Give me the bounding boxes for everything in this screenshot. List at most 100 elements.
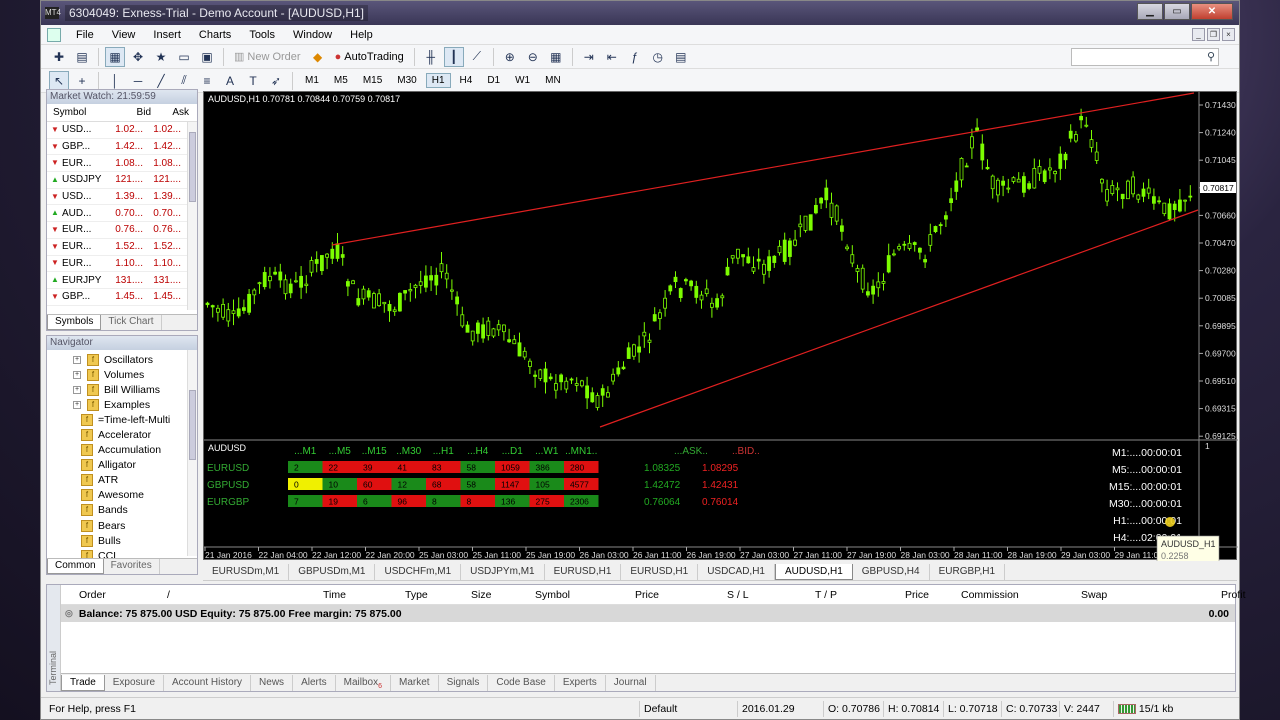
strategy-tester-icon[interactable]: ▣ bbox=[197, 47, 217, 67]
tab-tick-chart[interactable]: Tick Chart bbox=[101, 315, 162, 330]
terminal-column-header[interactable]: Size bbox=[471, 589, 491, 601]
arrows-icon[interactable]: ➶ bbox=[266, 71, 286, 91]
profiles-icon[interactable]: ▤ bbox=[72, 47, 92, 67]
terminal-tab-account-history[interactable]: Account History bbox=[164, 674, 252, 691]
navigator-item[interactable]: f Bears bbox=[47, 518, 197, 533]
status-profile[interactable]: Default bbox=[639, 701, 737, 717]
expand-icon[interactable]: + bbox=[73, 355, 81, 364]
terminal-tab-experts[interactable]: Experts bbox=[555, 674, 606, 691]
terminal-column-header[interactable]: Swap bbox=[1081, 589, 1107, 601]
navigator-item[interactable]: f Bulls bbox=[47, 533, 197, 548]
templates-icon[interactable]: ▤ bbox=[671, 47, 691, 67]
chart-tab[interactable]: USDJPYm,M1 bbox=[461, 563, 545, 580]
navigator-item[interactable]: + f Volumes bbox=[47, 367, 197, 382]
horizontal-line-icon[interactable]: ─ bbox=[128, 71, 148, 91]
lower-trendline[interactable] bbox=[599, 209, 1199, 428]
mdi-close-button[interactable]: × bbox=[1222, 28, 1235, 41]
line-chart-icon[interactable]: ⟋ bbox=[467, 47, 487, 67]
fibonacci-icon[interactable]: ≡ bbox=[197, 71, 217, 91]
timeframe-h4-button[interactable]: H4 bbox=[454, 73, 479, 88]
navigator-item[interactable]: f Bands bbox=[47, 503, 197, 518]
status-traffic[interactable]: 15/1 kb bbox=[1113, 701, 1233, 717]
upper-trendline[interactable] bbox=[331, 92, 1195, 246]
terminal-column-header[interactable]: Time bbox=[323, 589, 346, 601]
chart-tab[interactable]: EURUSD,H1 bbox=[545, 563, 622, 580]
terminal-column-header[interactable]: S / L bbox=[727, 589, 749, 601]
market-watch-row[interactable]: ▼ EUR... 1.52... 1.52... bbox=[47, 239, 197, 256]
navigator-item[interactable]: f ATR bbox=[47, 473, 197, 488]
expand-icon[interactable]: + bbox=[73, 400, 81, 409]
menu-view[interactable]: View bbox=[103, 29, 145, 41]
timeframe-h1-button[interactable]: H1 bbox=[425, 73, 451, 88]
navigator-item[interactable]: f Awesome bbox=[47, 488, 197, 503]
terminal-toggle-icon[interactable]: ▭ bbox=[174, 47, 194, 67]
chart-tab[interactable]: EURUSD,H1 bbox=[621, 563, 699, 580]
terminal-column-header[interactable]: Profit bbox=[1221, 589, 1246, 601]
text-icon[interactable]: A bbox=[220, 71, 240, 91]
market-watch-row[interactable]: ▼ USD... 1.39... 1.39... bbox=[47, 189, 197, 206]
menu-window[interactable]: Window bbox=[284, 29, 341, 41]
terminal-column-header[interactable]: Price bbox=[635, 589, 659, 601]
navigator-header[interactable]: Navigator bbox=[47, 336, 197, 350]
terminal-column-header[interactable]: Symbol bbox=[535, 589, 570, 601]
new-chart-icon[interactable]: ✚ bbox=[49, 47, 69, 67]
terminal-column-header[interactable]: T / P bbox=[815, 589, 837, 601]
menu-help[interactable]: Help bbox=[341, 29, 382, 41]
indicators-icon[interactable]: ƒ bbox=[625, 47, 645, 67]
market-watch-row[interactable]: ▼ EUR... 1.08... 1.08... bbox=[47, 155, 197, 173]
terminal-column-header[interactable]: Order bbox=[79, 589, 106, 601]
tab-symbols[interactable]: Symbols bbox=[47, 315, 102, 330]
candlestick-icon[interactable]: ┃ bbox=[443, 46, 464, 67]
market-watch-row[interactable]: ▼ EUR... 0.76... 0.76... bbox=[47, 222, 197, 239]
chart-shift-icon[interactable]: ⇤ bbox=[602, 47, 622, 67]
terminal-tab-market[interactable]: Market bbox=[391, 674, 439, 691]
trendline-icon[interactable]: ╱ bbox=[151, 71, 171, 91]
chart-tab[interactable]: USDCHFm,M1 bbox=[375, 563, 462, 580]
market-watch-row[interactable]: ▲ EURJPY 131.... 131.... bbox=[47, 272, 197, 289]
chart-tab[interactable]: GBPUSD,H4 bbox=[853, 563, 930, 580]
vertical-line-icon[interactable]: │ bbox=[105, 71, 125, 91]
crosshair-icon[interactable]: + bbox=[72, 71, 92, 91]
terminal-column-header[interactable]: Type bbox=[405, 589, 428, 601]
market-watch-header[interactable]: Market Watch: 21:59:59 bbox=[47, 90, 197, 104]
chart-canvas[interactable]: AUDUSD,H1 0.70781 0.70844 0.70759 0.7081… bbox=[204, 92, 1238, 564]
market-watch-row[interactable]: ▲ USDJPY 121.... 121.... bbox=[47, 172, 197, 189]
terminal-tab-code-base[interactable]: Code Base bbox=[488, 674, 555, 691]
navigator-item[interactable]: f Alligator bbox=[47, 458, 197, 473]
terminal-tab-mailbox[interactable]: Mailbox6 bbox=[336, 674, 391, 691]
search-box[interactable]: ⚲ bbox=[1071, 48, 1219, 66]
search-input[interactable] bbox=[1072, 49, 1200, 65]
chart-tab[interactable]: GBPUSDm,M1 bbox=[289, 563, 376, 580]
market-watch-row[interactable]: ▲ AUD... 0.70... 0.70... bbox=[47, 205, 197, 223]
mdi-minimize-button[interactable]: _ bbox=[1192, 28, 1205, 41]
terminal-tab-exposure[interactable]: Exposure bbox=[105, 674, 165, 691]
menu-tools[interactable]: Tools bbox=[240, 29, 284, 41]
close-button[interactable]: ✕ bbox=[1191, 3, 1233, 20]
navigator-item[interactable]: + f Examples bbox=[47, 397, 197, 412]
col-symbol[interactable]: Symbol bbox=[47, 107, 109, 118]
zoom-out-icon[interactable]: ⊖ bbox=[523, 47, 543, 67]
navigator-item[interactable]: f Accelerator bbox=[47, 427, 197, 442]
terminal-tab-journal[interactable]: Journal bbox=[606, 674, 656, 691]
tile-windows-icon[interactable]: ▦ bbox=[546, 47, 566, 67]
menu-insert[interactable]: Insert bbox=[144, 29, 190, 41]
mdi-restore-button[interactable]: ❐ bbox=[1207, 28, 1220, 41]
search-icon[interactable]: ⚲ bbox=[1207, 50, 1215, 63]
col-bid[interactable]: Bid bbox=[109, 107, 155, 118]
navigator-scrollbar[interactable] bbox=[187, 350, 197, 556]
label-icon[interactable]: T bbox=[243, 71, 263, 91]
market-watch-toggle-icon[interactable]: ▦ bbox=[105, 46, 125, 67]
timeframe-m30-button[interactable]: M30 bbox=[391, 73, 422, 88]
timeframe-mn-button[interactable]: MN bbox=[539, 73, 567, 88]
auto-scroll-icon[interactable]: ⇥ bbox=[579, 47, 599, 67]
cursor-icon[interactable]: ↖ bbox=[49, 70, 69, 91]
terminal-tab-signals[interactable]: Signals bbox=[439, 674, 489, 691]
terminal-column-header[interactable]: / bbox=[167, 589, 170, 601]
market-watch-row[interactable]: ▼ GBP... 1.42... 1.42... bbox=[47, 139, 197, 156]
col-ask[interactable]: Ask bbox=[155, 107, 189, 118]
bar-chart-icon[interactable]: ╫ bbox=[421, 47, 441, 67]
periods-icon[interactable]: ◷ bbox=[648, 47, 668, 67]
terminal-column-header[interactable]: Price bbox=[905, 589, 929, 601]
terminal-column-header[interactable]: Commission bbox=[961, 589, 1019, 601]
chart-window-icon[interactable] bbox=[47, 27, 61, 42]
